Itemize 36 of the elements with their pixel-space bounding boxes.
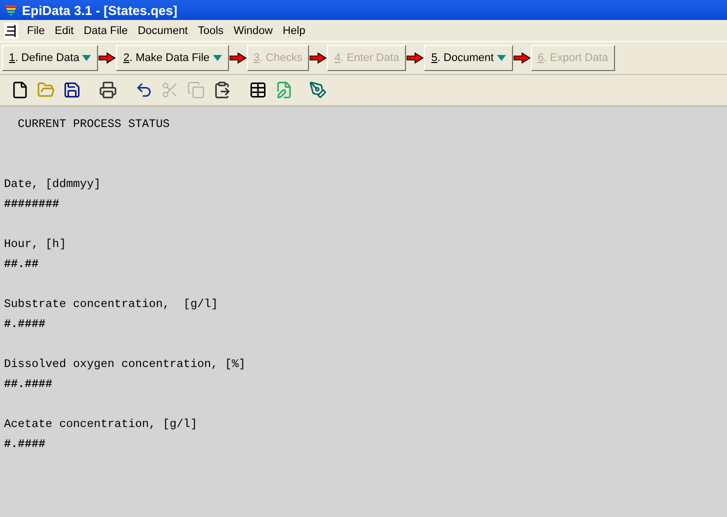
arrow-icon bbox=[228, 52, 247, 64]
save-tool[interactable] bbox=[62, 80, 82, 100]
printer-tool[interactable] bbox=[98, 80, 118, 100]
menu-item[interactable]: Edit bbox=[50, 24, 79, 36]
document-menu-icon[interactable] bbox=[4, 22, 18, 38]
field-mask: #.#### bbox=[4, 317, 46, 333]
menu-item[interactable]: Help bbox=[278, 24, 310, 36]
field-label: Hour, [h] bbox=[4, 237, 68, 253]
field-label: Date, [ddmmyy] bbox=[4, 177, 102, 193]
menu-item[interactable]: File bbox=[22, 24, 50, 36]
document-heading: CURRENT PROCESS STATUS bbox=[16, 117, 171, 133]
workflow-button[interactable]: 2. Make Data File bbox=[116, 45, 229, 71]
dropdown-icon bbox=[212, 55, 222, 61]
arrow-icon bbox=[512, 52, 531, 64]
field-mask: ##.## bbox=[4, 257, 40, 273]
arrow-icon bbox=[309, 52, 328, 64]
menu-item[interactable]: Data File bbox=[78, 24, 133, 36]
menu-item[interactable]: Window bbox=[228, 24, 278, 36]
field-mask: #.#### bbox=[4, 437, 46, 453]
workflow-button[interactable]: 5. Document bbox=[424, 45, 513, 71]
dropdown-icon bbox=[496, 55, 506, 61]
field-label: Dissolved oxygen concentration, [%] bbox=[4, 357, 247, 373]
field-label: Acetate concentration, [g/l] bbox=[4, 417, 198, 433]
field-mask: ######## bbox=[4, 197, 60, 213]
dropdown-icon bbox=[82, 55, 92, 61]
arrow-icon bbox=[406, 52, 424, 64]
field-mask: ##.#### bbox=[4, 377, 54, 393]
menu-item[interactable]: Document bbox=[132, 24, 193, 36]
field-label: Substrate concentration, [g/l] bbox=[4, 297, 219, 313]
table-tool[interactable] bbox=[248, 80, 268, 100]
workflow-button[interactable]: 1. Define Data bbox=[2, 45, 98, 71]
app-logo-icon bbox=[5, 4, 17, 16]
arrow-icon bbox=[98, 52, 116, 64]
menu-item[interactable]: Tools bbox=[192, 24, 229, 36]
window-title: EpiData 3.1 - [States.qes] bbox=[22, 2, 178, 18]
pen-tool[interactable] bbox=[308, 80, 328, 100]
